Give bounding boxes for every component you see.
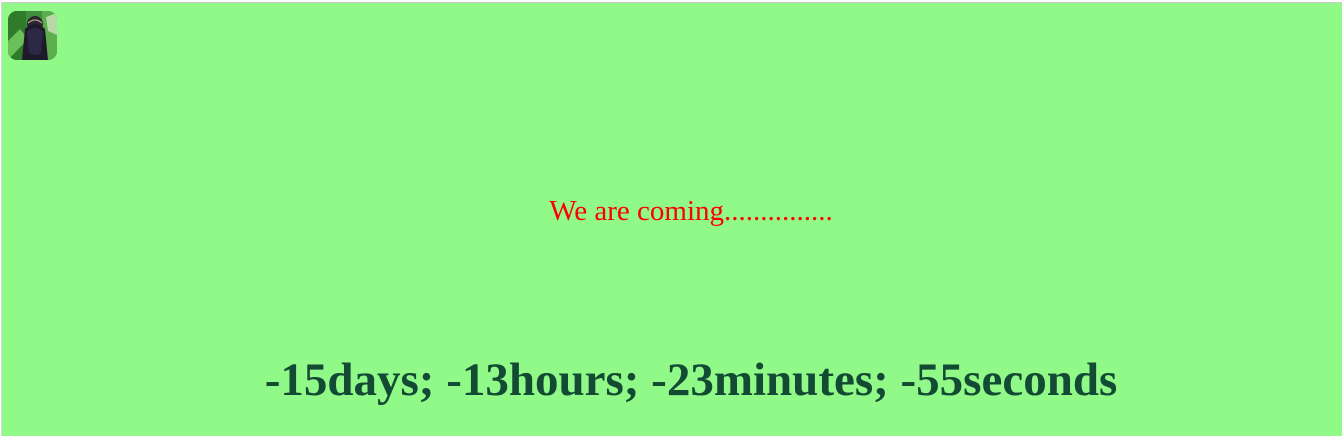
profile-photo-icon <box>8 11 57 60</box>
avatar-image <box>8 11 57 60</box>
countdown-timer: -15days; -13hours; -23minutes; -55second… <box>264 354 1118 406</box>
coming-soon-message: We are coming............... <box>549 195 833 227</box>
page-container: We are coming............... -15days; -1… <box>1 2 1342 436</box>
